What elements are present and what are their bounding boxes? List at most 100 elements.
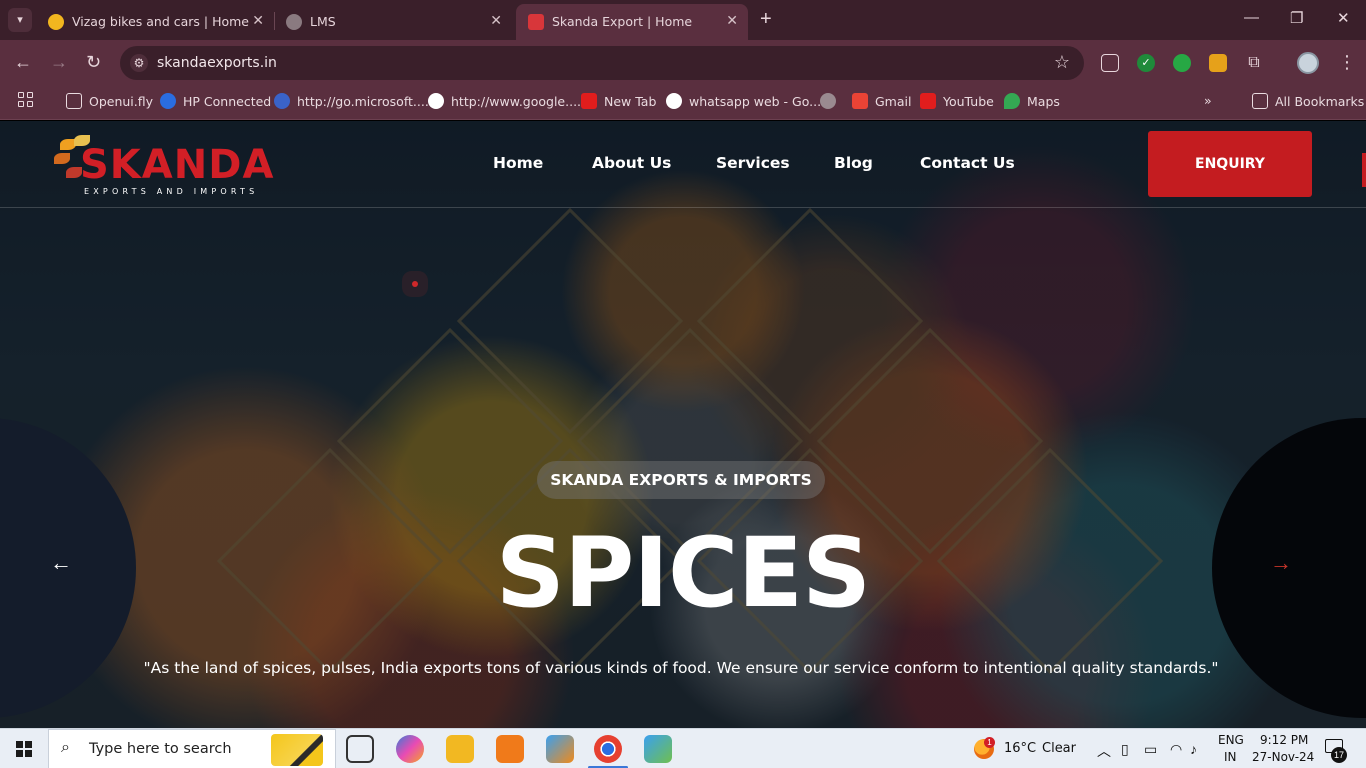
chrome-icon[interactable] [588, 735, 628, 768]
file-explorer-icon[interactable] [446, 735, 474, 763]
nav-about-us[interactable]: About Us [592, 154, 671, 172]
hero-overlay [0, 121, 1366, 728]
site-info-icon[interactable]: ⚙ [130, 54, 148, 72]
new-tab-icon[interactable]: + [760, 9, 772, 29]
network-app-icon[interactable] [644, 735, 672, 763]
close-icon[interactable]: ✕ [252, 12, 264, 29]
task-view-icon[interactable] [346, 735, 374, 763]
logo-tagline: EXPORTS AND IMPORTS [84, 187, 259, 196]
restore-icon[interactable]: ❐ [1290, 9, 1303, 27]
minimize-icon[interactable]: — [1244, 9, 1259, 26]
google-icon [666, 93, 682, 109]
close-icon[interactable]: ✕ [726, 12, 738, 29]
tab-search-panel-icon[interactable] [1101, 54, 1119, 72]
window-close-icon[interactable]: ✕ [1337, 9, 1350, 27]
language-region[interactable]: IN [1224, 750, 1237, 764]
taskbar-search-box[interactable]: ⌕ Type here to search [48, 729, 336, 768]
weather-condition[interactable]: Clear [1042, 741, 1076, 756]
globe-icon [286, 14, 302, 30]
tab-title: Vizag bikes and cars | Home [72, 14, 250, 29]
bookmark-openui[interactable]: Openui.fly [66, 93, 153, 113]
clock-time[interactable]: 9:12 PM [1260, 733, 1308, 747]
site-logo[interactable]: SKANDA EXPORTS AND IMPORTS [50, 133, 280, 201]
bookmark-whatsapp[interactable]: whatsapp web - Go... [666, 93, 821, 113]
bookmark-microsoft[interactable]: http://go.microsoft.... [274, 93, 429, 113]
menu-kebab-icon[interactable]: ⋮ [1338, 52, 1356, 73]
weather-temp[interactable]: 16°C [1004, 741, 1036, 756]
hero-quote: "As the land of spices, pulses, India ex… [143, 659, 1219, 677]
gmail-icon [852, 93, 868, 109]
arrow-left-icon: ← [50, 550, 72, 575]
browser-tab-strip: ▾ Vizag bikes and cars | Home ✕ LMS ✕ Sk… [0, 0, 1366, 40]
bookmark-hp[interactable]: HP Connected [160, 93, 271, 113]
logo-brand: SKANDA [80, 142, 275, 188]
tab-vizag[interactable]: Vizag bikes and cars | Home ✕ [36, 4, 274, 40]
weather-badge: 1 [984, 737, 995, 748]
microsoft-icon [274, 93, 290, 109]
bookmarks-bar: Openui.fly HP Connected http://go.micros… [0, 86, 1366, 120]
tab-title: Skanda Export | Home [552, 14, 693, 29]
location-pin-icon [48, 14, 64, 30]
puzzle-icon[interactable]: ⧉ [1245, 54, 1263, 72]
nav-blog[interactable]: Blog [834, 154, 873, 172]
bookmark-youtube[interactable]: YouTube [920, 93, 994, 113]
bookmark-globe[interactable] [820, 93, 843, 113]
folder-icon [66, 93, 82, 109]
url-text[interactable]: skandaexports.in [157, 55, 277, 71]
xampp-icon[interactable] [496, 735, 524, 763]
copilot-icon[interactable] [396, 735, 424, 763]
reload-icon[interactable]: ↻ [86, 52, 101, 72]
forward-icon[interactable]: → [50, 52, 68, 72]
bookmark-maps[interactable]: Maps [1004, 93, 1060, 113]
tab-title: LMS [310, 14, 336, 29]
enquiry-button[interactable]: ENQUIRY [1148, 131, 1312, 197]
extension-icon[interactable] [1209, 54, 1227, 72]
nav-home[interactable]: Home [493, 154, 543, 172]
address-bar[interactable]: ⚙ skandaexports.in ☆ [120, 46, 1084, 80]
header-divider [0, 207, 1366, 208]
browser-toolbar: ← → ↻ ⚙ skandaexports.in ☆ ✓ ⧉ [0, 40, 1366, 86]
shield-extension-icon[interactable]: ✓ [1137, 54, 1155, 72]
tab-lms[interactable]: LMS ✕ [274, 4, 512, 40]
leaf-extension-icon[interactable] [1173, 54, 1191, 72]
bookmarks-overflow-icon[interactable]: » [1204, 93, 1212, 113]
folder-icon [1252, 93, 1268, 109]
search-icon: ⌕ [61, 739, 70, 756]
loader-dot [412, 281, 418, 287]
nav-services[interactable]: Services [716, 154, 790, 172]
nav-contact-us[interactable]: Contact Us [920, 154, 1015, 172]
wifi-icon[interactable]: ◠ [1170, 741, 1182, 758]
language-code[interactable]: ENG [1218, 733, 1244, 747]
back-icon[interactable]: ← [14, 52, 32, 72]
all-bookmarks[interactable]: All Bookmarks [1252, 93, 1364, 113]
volume-icon[interactable]: ♪ [1190, 741, 1197, 757]
hero-title: SPICES [495, 517, 871, 629]
search-highlight-image [271, 734, 323, 766]
bookmark-google[interactable]: http://www.google.... [428, 93, 581, 113]
virtualbox-icon[interactable] [546, 735, 574, 763]
skanda-icon [528, 14, 544, 30]
battery-icon[interactable]: ▭ [1144, 741, 1157, 758]
bookmark-star-icon[interactable]: ☆ [1054, 52, 1070, 73]
device-icon[interactable]: ▯ [1121, 741, 1129, 758]
bookmark-gmail[interactable]: Gmail [852, 93, 911, 113]
hp-icon [160, 93, 176, 109]
google-icon [428, 93, 444, 109]
youtube-icon [920, 93, 936, 109]
tab-skanda[interactable]: Skanda Export | Home ✕ [516, 4, 748, 40]
close-icon[interactable]: ✕ [490, 12, 502, 29]
apps-grid-icon[interactable] [18, 92, 34, 108]
notification-center-icon[interactable]: 17 [1325, 739, 1347, 763]
windows-start-icon[interactable] [16, 741, 32, 757]
search-placeholder: Type here to search [89, 741, 232, 757]
scrollbar-thumb[interactable] [1362, 153, 1366, 187]
chevron-up-icon[interactable]: ︿ [1097, 741, 1111, 761]
hero-eyebrow: SKANDA EXPORTS & IMPORTS [537, 461, 825, 499]
clock-date[interactable]: 27-Nov-24 [1252, 750, 1314, 764]
tab-search-icon[interactable]: ▾ [8, 8, 32, 32]
notification-count: 17 [1331, 747, 1347, 763]
leaf-icon [54, 153, 70, 164]
bookmark-newtab[interactable]: New Tab [581, 93, 656, 113]
profile-avatar[interactable] [1297, 52, 1319, 74]
windows-taskbar: ⌕ Type here to search 1 16°C Clear ︿ ▯ ▭… [0, 728, 1366, 768]
